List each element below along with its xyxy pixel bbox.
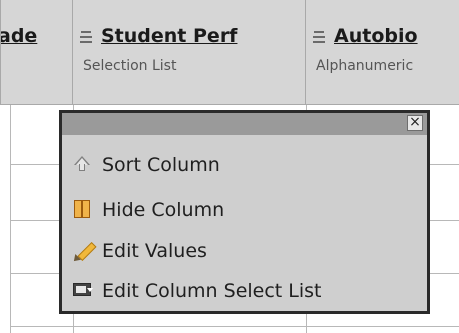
column-title-row: ade bbox=[1, 24, 37, 48]
hide-column-icon bbox=[72, 200, 102, 220]
select-list-icon bbox=[72, 281, 102, 301]
sort-up-icon bbox=[72, 155, 102, 175]
column-header-student-performance[interactable]: Student Perf Selection List bbox=[73, 0, 306, 104]
menu-item-label: Sort Column bbox=[102, 154, 220, 176]
column-title-row: Autobio bbox=[312, 24, 418, 48]
column-type-label: Selection List bbox=[83, 58, 177, 74]
column-title[interactable]: Autobio bbox=[334, 25, 418, 47]
column-title[interactable]: Student Perf bbox=[101, 25, 237, 47]
menu-item-sort-column[interactable]: Sort Column bbox=[62, 145, 427, 185]
column-header-grade[interactable]: ade bbox=[0, 0, 73, 104]
column-sort-icon[interactable] bbox=[312, 27, 326, 45]
menu-item-label: Edit Column Select List bbox=[102, 280, 322, 302]
grid-header: ade Student Perf Selection List Autobio … bbox=[0, 0, 459, 105]
column-type-label: Alphanumeric bbox=[316, 58, 414, 74]
grid-line bbox=[10, 105, 11, 333]
column-header-autobiography[interactable]: Autobio Alphanumeric bbox=[306, 0, 459, 104]
menu-item-label: Hide Column bbox=[102, 199, 225, 221]
menu-title-bar[interactable]: × bbox=[62, 113, 427, 135]
menu-item-label: Edit Values bbox=[102, 240, 207, 262]
column-context-menu: × Sort Column Hide Column Edit Values Ed… bbox=[59, 110, 430, 314]
close-icon[interactable]: × bbox=[407, 115, 423, 131]
pencil-icon bbox=[71, 241, 102, 264]
menu-item-edit-column-select-list[interactable]: Edit Column Select List bbox=[62, 271, 427, 311]
grid-row-line bbox=[10, 326, 459, 327]
column-sort-icon[interactable] bbox=[79, 27, 93, 45]
column-title-row: Student Perf bbox=[79, 24, 237, 48]
menu-item-edit-values[interactable]: Edit Values bbox=[62, 231, 427, 271]
menu-item-hide-column[interactable]: Hide Column bbox=[62, 190, 427, 230]
column-title[interactable]: ade bbox=[1, 25, 37, 47]
